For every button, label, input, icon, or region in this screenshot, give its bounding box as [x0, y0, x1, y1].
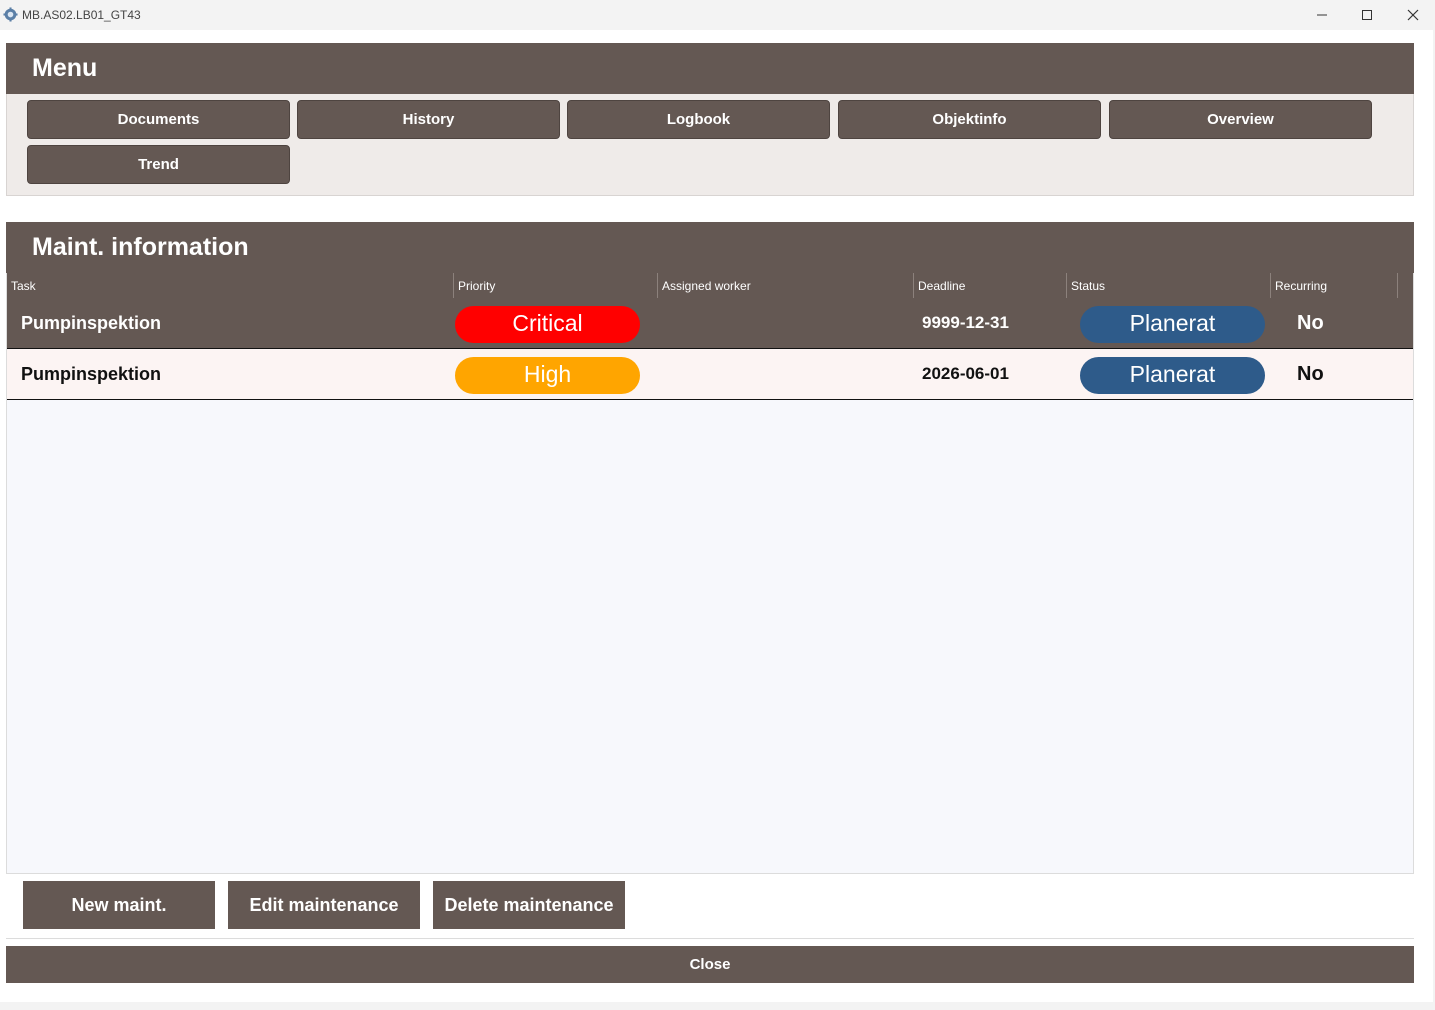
menu-header: Menu	[6, 43, 1414, 94]
new-maint-button[interactable]: New maint.	[23, 881, 215, 929]
delete-maintenance-button[interactable]: Delete maintenance	[433, 881, 625, 929]
column-header-status[interactable]: Status	[1067, 273, 1271, 298]
trend-button[interactable]: Trend	[27, 145, 290, 184]
divider	[6, 938, 1414, 939]
gear-icon	[3, 7, 18, 22]
recurring-cell: No	[1297, 362, 1324, 385]
priority-label: High	[523, 360, 572, 387]
priority-badge: Critical	[455, 306, 640, 343]
table-row[interactable]: Pumpinspektion Critical 9999-12-31 Plane…	[7, 298, 1413, 349]
history-button[interactable]: History	[297, 100, 560, 139]
table-row[interactable]: Pumpinspektion High 2026-06-01 Planerat …	[7, 349, 1413, 400]
minimize-button[interactable]	[1299, 0, 1345, 30]
logbook-button[interactable]: Logbook	[567, 100, 830, 139]
column-header-priority[interactable]: Priority	[454, 273, 658, 298]
menu-title: Menu	[32, 54, 98, 82]
status-label: Planerat	[1129, 309, 1216, 336]
maint-header: Maint. information	[6, 222, 1414, 273]
task-cell: Pumpinspektion	[21, 312, 162, 333]
task-cell: Pumpinspektion	[21, 363, 162, 384]
maintenance-grid[interactable]: Task Priority Assigned worker Deadline S…	[6, 273, 1414, 874]
maint-title: Maint. information	[32, 233, 249, 261]
status-badge: Planerat	[1080, 306, 1265, 343]
menu-panel: Documents History Logbook Objektinfo Ove…	[6, 94, 1414, 196]
column-header-recurring[interactable]: Recurring	[1271, 273, 1398, 298]
title-bar: MB.AS02.LB01_GT43	[0, 0, 1435, 30]
recurring-cell: No	[1297, 311, 1324, 334]
overview-button[interactable]: Overview	[1109, 100, 1372, 139]
minimize-icon	[1316, 9, 1328, 21]
documents-button[interactable]: Documents	[27, 100, 290, 139]
column-header-assigned-worker[interactable]: Assigned worker	[658, 273, 914, 298]
edit-maintenance-button[interactable]: Edit maintenance	[228, 881, 420, 929]
status-label: Planerat	[1129, 360, 1216, 387]
close-button[interactable]: Close	[6, 946, 1414, 983]
objektinfo-button[interactable]: Objektinfo	[838, 100, 1101, 139]
maximize-button[interactable]	[1344, 0, 1390, 30]
window-title: MB.AS02.LB01_GT43	[22, 8, 141, 22]
column-header-deadline[interactable]: Deadline	[914, 273, 1067, 298]
column-header-row: Task Priority Assigned worker Deadline S…	[7, 273, 1413, 298]
close-icon	[1407, 9, 1419, 21]
column-header-task[interactable]: Task	[7, 273, 454, 298]
deadline-cell: 2026-06-01	[922, 364, 1009, 383]
priority-badge: High	[455, 357, 640, 394]
deadline-cell: 9999-12-31	[922, 313, 1009, 332]
window-close-button[interactable]	[1390, 0, 1435, 30]
priority-label: Critical	[512, 309, 583, 336]
status-badge: Planerat	[1080, 357, 1265, 394]
maximize-icon	[1361, 9, 1373, 21]
